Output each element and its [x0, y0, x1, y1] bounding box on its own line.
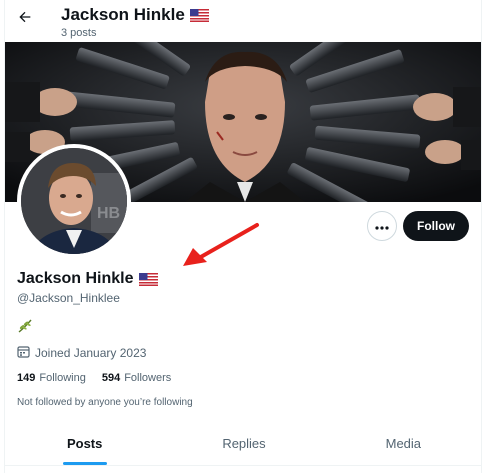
avatar-image: HB [21, 148, 127, 254]
us-flag-icon [138, 272, 158, 286]
joined-date: Joined January 2023 [17, 345, 146, 361]
post-count: 3 posts [61, 27, 97, 39]
tab-media[interactable]: Media [324, 422, 481, 465]
profile-avatar[interactable]: HB [17, 144, 131, 258]
following-link[interactable]: 149 Following [17, 372, 86, 384]
annotation-arrow-icon [183, 223, 259, 266]
calendar-icon [17, 345, 30, 361]
following-count: 149 [17, 372, 36, 384]
tab-posts[interactable]: Posts [5, 422, 164, 465]
profile-header: Jackson Hinkle 3 posts [5, 0, 481, 42]
olive-branch-icon [17, 318, 33, 334]
header-name-text: Jackson Hinkle [61, 5, 185, 24]
more-options-button[interactable] [367, 211, 397, 241]
follow-button[interactable]: Follow [403, 211, 469, 241]
back-arrow-icon [17, 9, 33, 30]
followers-count: 594 [101, 372, 121, 384]
more-options-icon [375, 217, 389, 235]
back-button[interactable] [11, 5, 39, 33]
followers-label: Followers [124, 372, 172, 384]
header-title: Jackson Hinkle [61, 5, 209, 25]
joined-text: Joined January 2023 [35, 346, 147, 360]
display-name: Jackson Hinkle [17, 270, 158, 288]
profile-tabs: Posts Replies Media [5, 422, 481, 466]
mutual-followers-note: Not followed by anyone you’re following [17, 397, 193, 408]
svg-text:HB: HB [97, 205, 120, 222]
us-flag-icon [189, 8, 209, 22]
following-label: Following [39, 372, 86, 384]
profile-page: Jackson Hinkle 3 posts HB Follow Jackson… [4, 0, 482, 473]
user-handle: @Jackson_Hinklee [17, 291, 120, 305]
follow-stats: 149 Following 594 Followers [17, 372, 171, 384]
tab-replies[interactable]: Replies [164, 422, 323, 465]
followers-link[interactable]: 594 Followers [102, 372, 171, 384]
display-name-text: Jackson Hinkle [17, 270, 134, 287]
